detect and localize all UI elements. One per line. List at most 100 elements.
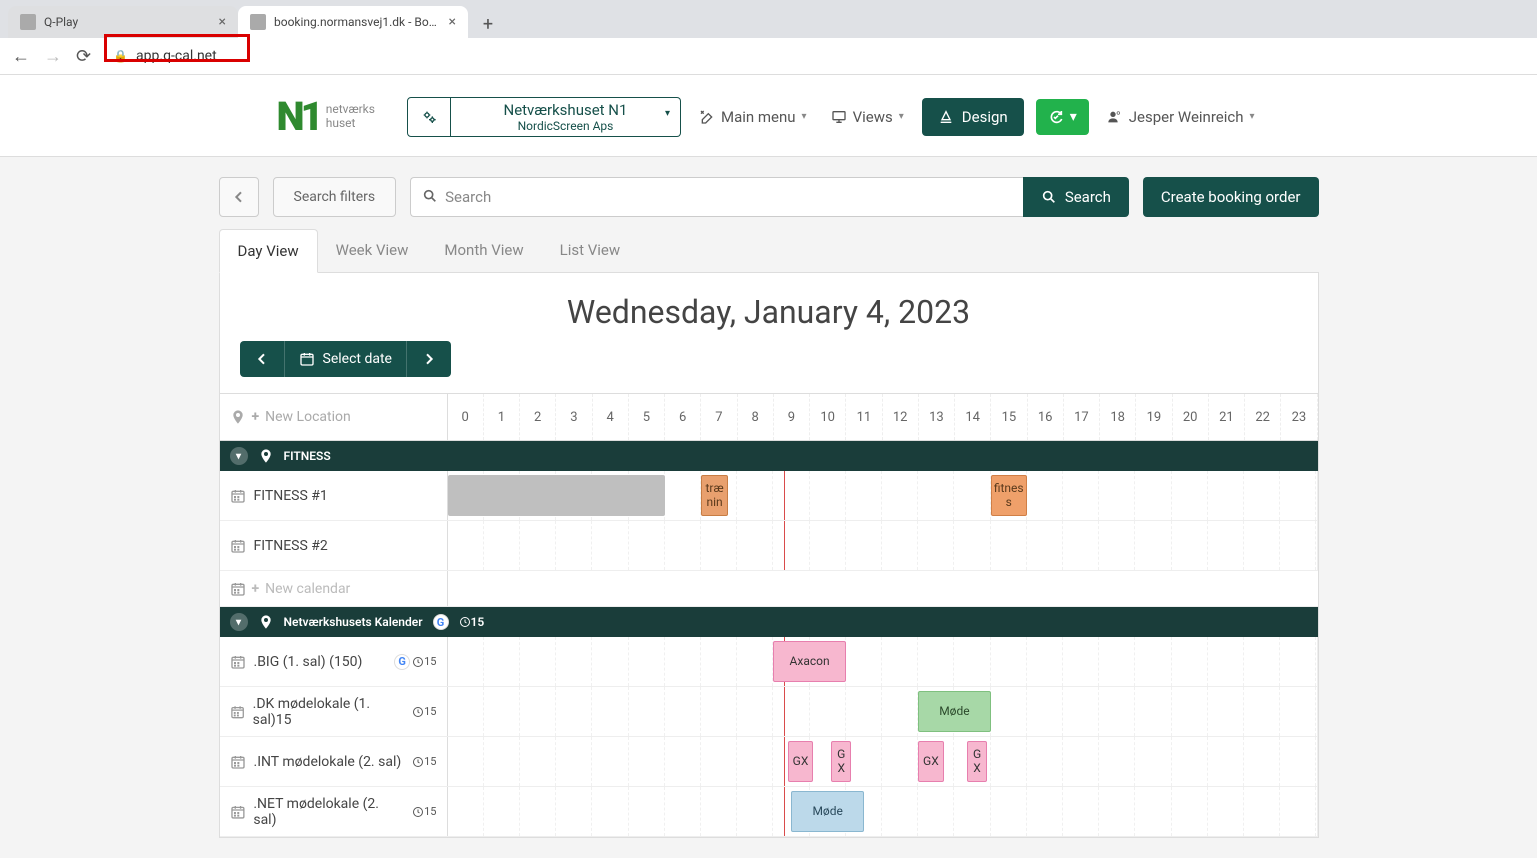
calendar-event[interactable]: træ nin <box>701 475 728 516</box>
row-label[interactable]: FITNESS #1 <box>220 471 448 520</box>
lock-icon: 🔒 <box>113 49 128 63</box>
design-button[interactable]: Design <box>922 98 1024 136</box>
row-track[interactable]: Møde <box>448 787 1318 836</box>
label: New Location <box>265 409 351 425</box>
search-input[interactable] <box>410 177 1023 217</box>
calendar-event[interactable]: G X <box>967 741 987 782</box>
calendar-event[interactable]: Møde <box>791 791 863 832</box>
back-icon[interactable]: ← <box>12 46 30 67</box>
user-menu[interactable]: Jesper Weinreich ▾ <box>1101 104 1261 130</box>
calendar-event[interactable]: Møde <box>918 691 990 732</box>
create-booking-button[interactable]: Create booking order <box>1143 177 1319 217</box>
date-prev-button[interactable] <box>240 341 284 377</box>
search-icon <box>422 188 438 208</box>
hour-cell: 19 <box>1136 394 1172 440</box>
view-tab[interactable]: Month View <box>426 229 541 272</box>
date-next-button[interactable] <box>406 341 451 377</box>
tab-bar: Q-Play × booking.normansvej1.dk - Booki … <box>0 0 1537 38</box>
logo-text-line: huset <box>326 117 375 130</box>
hour-cell: 20 <box>1173 394 1209 440</box>
main-menu-dropdown[interactable]: Main menu ▾ <box>693 104 813 130</box>
reload-icon[interactable]: ⟳ <box>76 46 91 67</box>
hour-cell: 18 <box>1100 394 1136 440</box>
hour-cell: 17 <box>1064 394 1100 440</box>
hour-cell: 23 <box>1281 394 1317 440</box>
row-label[interactable]: .INT mødelokale (2. sal)15 <box>220 737 448 786</box>
browser-tab[interactable]: booking.normansvej1.dk - Booki × <box>238 6 468 38</box>
row-track[interactable]: Møde <box>448 687 1318 736</box>
hour-cell: 15 <box>991 394 1027 440</box>
view-tab[interactable]: List View <box>542 229 639 272</box>
button-label: Select date <box>323 351 392 367</box>
calendar-row: FITNESS #1 træ nin fitnes s <box>220 471 1318 521</box>
resource-name: FITNESS #1 <box>254 488 328 504</box>
new-calendar-row[interactable]: +New calendar <box>220 571 1318 607</box>
row-track[interactable]: Axacon <box>448 637 1318 686</box>
settings-button[interactable] <box>407 97 451 137</box>
view-tab[interactable]: Week View <box>318 229 427 272</box>
calendar-event[interactable]: Axacon <box>773 641 845 682</box>
now-indicator <box>784 471 785 520</box>
calendar-event[interactable] <box>448 475 665 516</box>
row-label[interactable]: FITNESS #2 <box>220 521 448 570</box>
calendar-row: .INT mødelokale (2. sal)15 GX G X GX G X <box>220 737 1318 787</box>
tab-title: booking.normansvej1.dk - Booki <box>274 15 441 29</box>
button-label: Design <box>962 108 1008 126</box>
org-selector[interactable]: Netværkshuset N1 NordicScreen Aps ▾ <box>451 97 681 137</box>
hour-cell: 16 <box>1028 394 1064 440</box>
select-date-button[interactable]: Select date <box>284 341 406 377</box>
hour-cell: 13 <box>919 394 955 440</box>
collapse-icon[interactable]: ▾ <box>230 447 248 465</box>
close-icon[interactable]: × <box>449 14 456 30</box>
sync-button[interactable]: ▾ <box>1036 99 1089 135</box>
calendar-grid: + New Location 0123456789101112131415161… <box>220 393 1318 837</box>
calendar-event[interactable]: G X <box>831 741 851 782</box>
calendar-event[interactable]: fitnes s <box>991 475 1027 516</box>
new-location-cell[interactable]: + New Location <box>220 394 448 440</box>
close-icon[interactable]: × <box>219 14 226 30</box>
back-button[interactable] <box>219 177 259 217</box>
favicon <box>250 14 266 30</box>
address-bar: ← → ⟳ 🔒 app.q-cal.net <box>0 38 1537 75</box>
calendar-row: .DK mødelokale (1. sal)1515 Møde <box>220 687 1318 737</box>
org-name: Netværkshuset N1 <box>471 101 660 119</box>
row-label[interactable]: .NET mødelokale (2. sal)15 <box>220 787 448 836</box>
button-label: Create booking order <box>1161 188 1301 206</box>
pin-icon <box>230 409 246 425</box>
search-button[interactable]: Search <box>1023 177 1129 217</box>
url-box[interactable]: 🔒 app.q-cal.net <box>105 44 225 68</box>
hour-cell: 10 <box>810 394 846 440</box>
view-tab[interactable]: Day View <box>219 229 318 273</box>
row-track[interactable]: GX G X GX G X <box>448 737 1318 786</box>
group-name: FITNESS <box>284 449 331 463</box>
collapse-icon[interactable]: ▾ <box>230 613 248 631</box>
views-dropdown[interactable]: Views ▾ <box>825 104 910 130</box>
design-icon <box>938 109 954 125</box>
url-text: app.q-cal.net <box>136 48 217 64</box>
row-label[interactable]: .DK mødelokale (1. sal)1515 <box>220 687 448 736</box>
new-tab-button[interactable]: + <box>474 10 502 38</box>
search-icon <box>1041 189 1057 205</box>
resource-name: .DK mødelokale (1. sal)15 <box>253 696 404 728</box>
hour-cell: 12 <box>883 394 919 440</box>
row-track[interactable] <box>448 521 1318 570</box>
hour-cell: 0 <box>448 394 484 440</box>
row-label[interactable]: .BIG (1. sal) (150)G15 <box>220 637 448 686</box>
menu-label: Main menu <box>721 108 796 126</box>
user-icon <box>1107 109 1123 125</box>
search-wrapper: Search <box>410 177 1129 217</box>
new-calendar-label[interactable]: +New calendar <box>220 571 448 606</box>
browser-tab[interactable]: Q-Play × <box>8 6 238 38</box>
calendar-event[interactable]: GX <box>918 741 943 782</box>
button-label: Search filters <box>294 189 376 205</box>
logo-text-line: netværks <box>326 103 375 116</box>
logo: N1 netværks huset <box>276 93 375 140</box>
gears-icon <box>421 109 437 125</box>
caret-down-icon: ▾ <box>899 111 904 122</box>
logo-text: netværks huset <box>326 103 375 129</box>
search-filters-button[interactable]: Search filters <box>273 177 397 217</box>
calendar-event[interactable]: GX <box>788 741 813 782</box>
view-tabs: Day ViewWeek ViewMonth ViewList View <box>219 229 1319 273</box>
row-track[interactable]: træ nin fitnes s <box>448 471 1318 520</box>
resource-name: .NET mødelokale (2. sal) <box>253 796 404 828</box>
